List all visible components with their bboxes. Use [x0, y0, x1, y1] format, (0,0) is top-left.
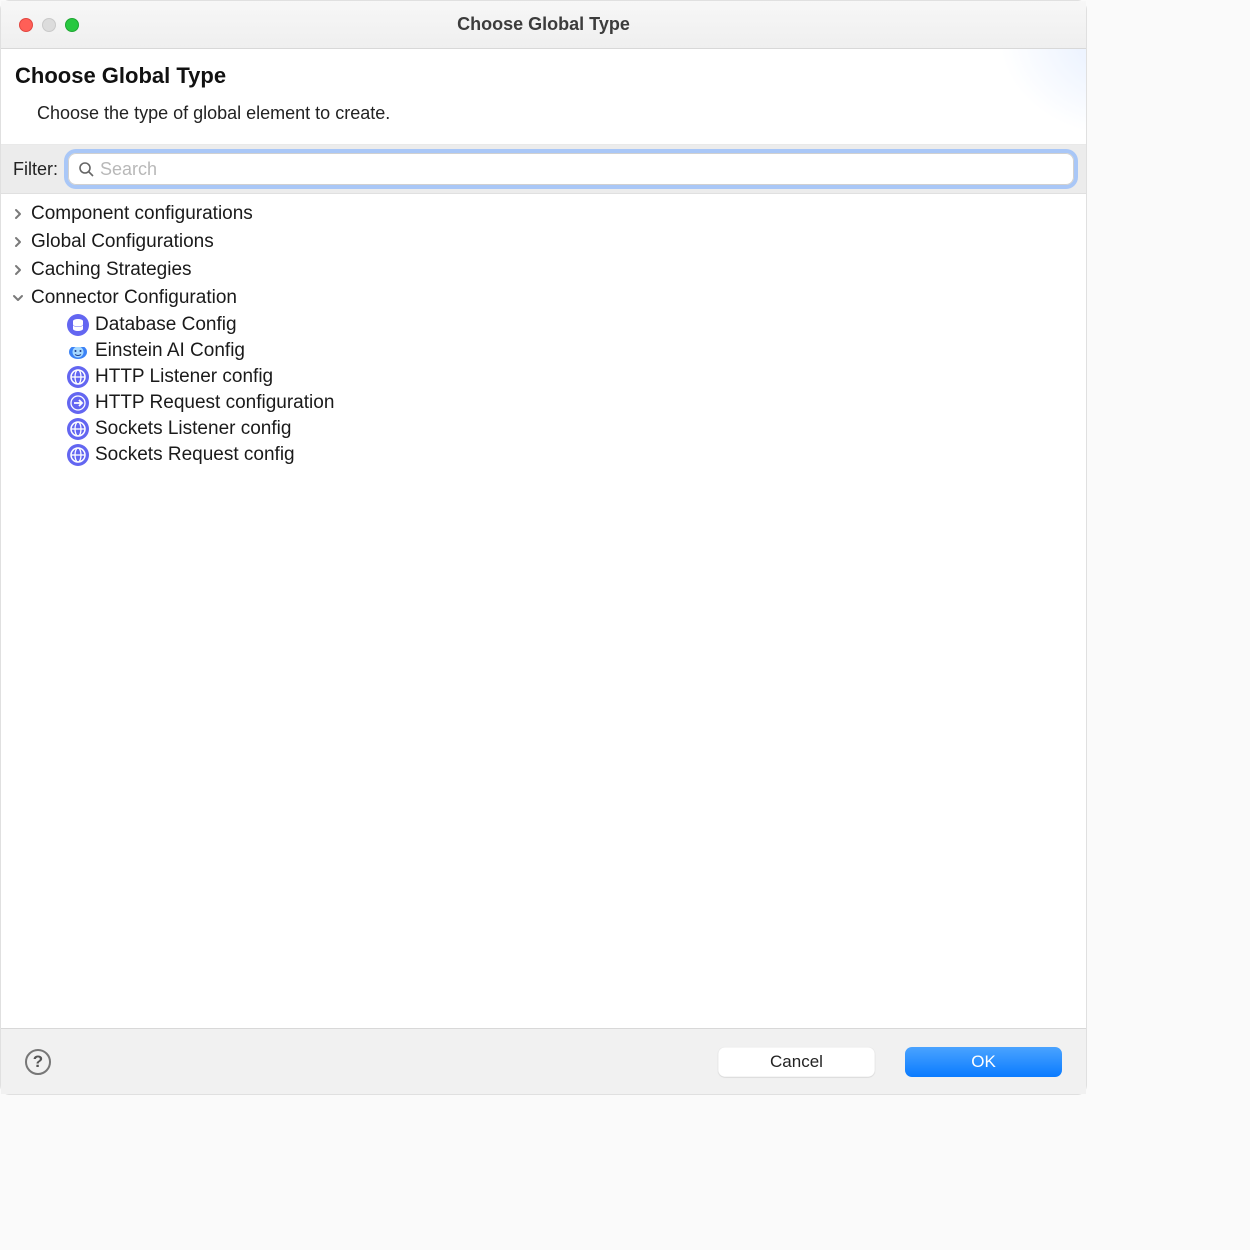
maximize-window-button[interactable]	[65, 18, 79, 32]
tree-group[interactable]: Connector Configuration	[1, 284, 1086, 312]
socket-icon	[67, 418, 89, 440]
tree-item[interactable]: HTTP Listener config	[1, 364, 1086, 390]
filter-label: Filter:	[13, 159, 58, 180]
help-button[interactable]: ?	[25, 1049, 51, 1075]
tree-group[interactable]: Global Configurations	[1, 228, 1086, 256]
dialog-header: Choose Global Type Choose the type of gl…	[1, 49, 1086, 145]
tree-item[interactable]: HTTP Request configuration	[1, 390, 1086, 416]
tree-item-label: HTTP Listener config	[95, 366, 273, 388]
tree-item-label: Einstein AI Config	[95, 340, 245, 362]
tree-item[interactable]: Sockets Request config	[1, 442, 1086, 468]
search-icon	[78, 161, 94, 177]
tree-item[interactable]: Einstein AI Config	[1, 338, 1086, 364]
tree-item-label: Sockets Listener config	[95, 418, 291, 440]
titlebar: Choose Global Type	[1, 1, 1086, 49]
tree-item-label: Database Config	[95, 314, 237, 336]
dialog-subtitle: Choose the type of global element to cre…	[37, 103, 1068, 124]
dialog-heading: Choose Global Type	[15, 63, 1068, 89]
socket-icon	[67, 444, 89, 466]
tree-group-label: Component configurations	[31, 203, 253, 225]
search-input[interactable]	[100, 159, 1064, 180]
chevron-right-icon	[11, 235, 25, 249]
einstein-icon	[67, 340, 89, 362]
chevron-right-icon	[11, 207, 25, 221]
http-icon	[67, 366, 89, 388]
filter-row: Filter:	[1, 145, 1086, 194]
type-tree[interactable]: Component configurations Global Configura…	[1, 194, 1086, 1028]
tree-group-label: Caching Strategies	[31, 259, 192, 281]
close-window-button[interactable]	[19, 18, 33, 32]
http-arrow-icon	[67, 392, 89, 414]
tree-group[interactable]: Component configurations	[1, 200, 1086, 228]
window-title: Choose Global Type	[1, 14, 1086, 35]
tree-group-label: Global Configurations	[31, 231, 214, 253]
tree-group[interactable]: Caching Strategies	[1, 256, 1086, 284]
window-controls	[19, 18, 79, 32]
minimize-window-button[interactable]	[42, 18, 56, 32]
chevron-right-icon	[11, 263, 25, 277]
database-icon	[67, 314, 89, 336]
dialog-footer: ? Cancel OK	[1, 1028, 1086, 1094]
tree-item[interactable]: Database Config	[1, 312, 1086, 338]
ok-button[interactable]: OK	[905, 1047, 1062, 1077]
tree-item-label: HTTP Request configuration	[95, 392, 334, 414]
tree-group-label: Connector Configuration	[31, 287, 237, 309]
search-field-wrap[interactable]	[68, 153, 1074, 185]
chevron-down-icon	[11, 291, 25, 305]
tree-item[interactable]: Sockets Listener config	[1, 416, 1086, 442]
tree-item-label: Sockets Request config	[95, 444, 295, 466]
cancel-button[interactable]: Cancel	[718, 1047, 875, 1077]
